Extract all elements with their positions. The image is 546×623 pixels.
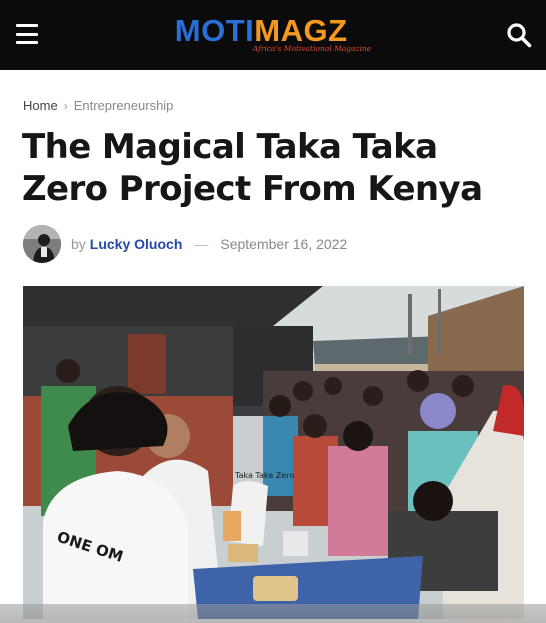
site-logo[interactable]: MOTIMAGZ Africa's Motivational Magazine bbox=[175, 15, 372, 54]
breadcrumb-home-link[interactable]: Home bbox=[23, 98, 58, 113]
featured-image-photo: Taka Taka Zero ONE OM bbox=[23, 286, 524, 619]
logo-wordmark: MOTIMAGZ bbox=[175, 15, 348, 47]
top-navigation-bar: MOTIMAGZ Africa's Motivational Magazine bbox=[0, 0, 546, 70]
author-avatar[interactable] bbox=[23, 225, 61, 263]
bottom-overlay-bar bbox=[0, 604, 546, 623]
search-icon[interactable] bbox=[506, 22, 532, 48]
byline-separator: — bbox=[194, 236, 209, 252]
breadcrumb-category-link[interactable]: Entrepreneurship bbox=[74, 98, 174, 113]
breadcrumb: Home › Entrepreneurship bbox=[23, 98, 173, 113]
logo-word-part-1: MOTI bbox=[174, 13, 255, 48]
apron-text: Taka Taka Zero bbox=[234, 471, 294, 480]
article-title: The Magical Taka Taka Zero Project From … bbox=[22, 127, 483, 209]
logo-word-part-2: MAGZ bbox=[254, 13, 348, 48]
featured-image[interactable]: Taka Taka Zero ONE OM bbox=[23, 286, 524, 619]
byline-by-label: by bbox=[71, 236, 86, 252]
author-link[interactable]: Lucky Oluoch bbox=[90, 236, 183, 252]
publish-date: September 16, 2022 bbox=[220, 236, 348, 252]
hamburger-menu-icon[interactable] bbox=[16, 24, 38, 44]
breadcrumb-separator-icon: › bbox=[63, 98, 68, 113]
article-byline: by Lucky Oluoch — September 16, 2022 bbox=[23, 225, 347, 263]
logo-tagline: Africa's Motivational Magazine bbox=[252, 44, 372, 53]
